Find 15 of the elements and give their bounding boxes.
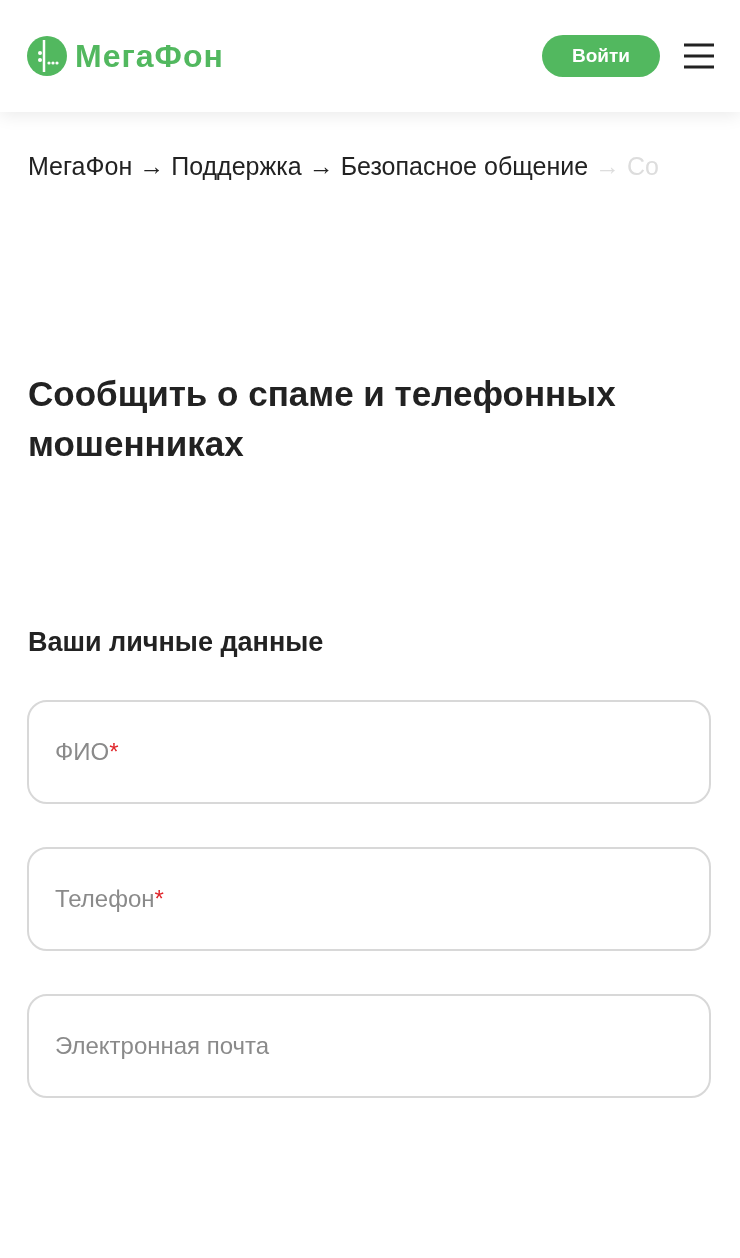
- breadcrumb-link[interactable]: Безопасное общение: [340, 152, 589, 181]
- menu-icon[interactable]: [684, 43, 714, 69]
- breadcrumb-link[interactable]: Поддержка: [171, 152, 302, 181]
- input-field[interactable]: ФИО*: [27, 700, 711, 804]
- input-field[interactable]: Телефон*: [27, 847, 711, 951]
- breadcrumb-separator: →: [595, 152, 621, 181]
- login-button[interactable]: Войти: [542, 35, 660, 77]
- page-title: Сообщить о спаме и телефонных мошенниках: [28, 373, 617, 465]
- section-heading: Ваши личные данные: [28, 627, 325, 658]
- input-field[interactable]: Электронная почта: [27, 994, 711, 1098]
- logo-icon: [27, 36, 67, 76]
- logo-text[interactable]: МегаФон: [75, 37, 224, 75]
- breadcrumb-separator: →: [308, 152, 334, 181]
- breadcrumb-separator: →: [139, 152, 165, 181]
- breadcrumb-link[interactable]: МегаФон: [28, 152, 133, 181]
